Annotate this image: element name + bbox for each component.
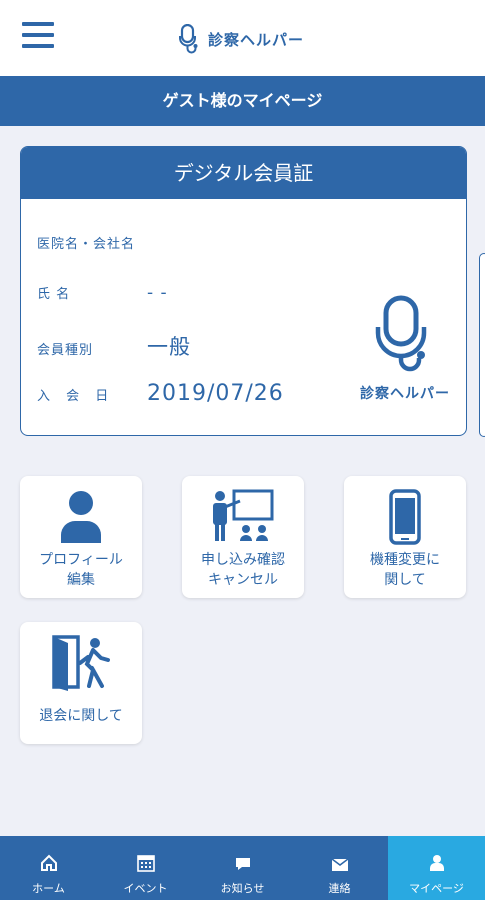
- field-value: 2019/07/26: [147, 381, 284, 406]
- tile-label: 申し込み確認 キャンセル: [201, 552, 285, 588]
- user-icon: [429, 855, 444, 871]
- tile-label: 退会に関して: [39, 708, 123, 724]
- nav-news[interactable]: お知らせ: [194, 836, 291, 900]
- application-confirm-tile[interactable]: 申し込み確認 キャンセル: [182, 476, 304, 598]
- field-clinic-name: 医院名・会社名: [37, 233, 147, 252]
- bottom-nav: ホーム イベント お知らせ 連絡 マイページ: [0, 836, 485, 900]
- nav-label: お知らせ: [220, 882, 265, 895]
- exit-icon: [52, 635, 110, 691]
- main-content: デジタル会員証 医院名・会社名 氏 名 - - 会員種別 一般 入 会 日 20…: [0, 126, 485, 836]
- field-value: 一般: [147, 335, 191, 359]
- next-card-peek[interactable]: [479, 253, 485, 437]
- card-logo: 診察ヘルパー: [357, 295, 453, 403]
- card-logo-text: 診察ヘルパー: [360, 386, 450, 402]
- field-label: 入 会 日: [37, 389, 115, 404]
- tile-label: 機種変更に 関して: [370, 552, 440, 588]
- member-card[interactable]: デジタル会員証 医院名・会社名 氏 名 - - 会員種別 一般 入 会 日 20…: [20, 146, 467, 436]
- app-name: 診察ヘルパー: [208, 30, 305, 49]
- page-title: ゲスト様のマイページ: [0, 76, 485, 126]
- field-label: 氏 名: [37, 287, 71, 302]
- nav-mypage[interactable]: マイページ: [388, 836, 485, 900]
- person-icon: [61, 491, 101, 543]
- presentation-icon: [213, 489, 274, 541]
- stethoscope-icon: [179, 24, 198, 54]
- profile-edit-tile[interactable]: プロフィール 編集: [20, 476, 142, 598]
- nav-label: マイページ: [409, 882, 464, 895]
- field-value: - -: [147, 283, 168, 303]
- stethoscope-icon: [375, 295, 427, 372]
- chat-icon: [235, 858, 250, 870]
- smartphone-icon: [389, 489, 421, 545]
- home-icon: [40, 854, 57, 871]
- menu-icon[interactable]: [22, 22, 54, 52]
- field-name: 氏 名 - -: [37, 283, 168, 303]
- nav-events[interactable]: イベント: [97, 836, 194, 900]
- mail-icon: [331, 858, 348, 871]
- app-brand: 診察ヘルパー: [178, 24, 304, 54]
- nav-label: 連絡: [328, 882, 351, 895]
- tile-label: プロフィール 編集: [39, 552, 123, 588]
- calendar-icon: [136, 855, 155, 872]
- nav-label: ホーム: [32, 882, 65, 895]
- top-bar: 診察ヘルパー: [0, 0, 485, 76]
- nav-home[interactable]: ホーム: [0, 836, 97, 900]
- field-join-date: 入 会 日 2019/07/26: [37, 381, 284, 406]
- device-change-tile[interactable]: 機種変更に 関して: [344, 476, 466, 598]
- member-card-title: デジタル会員証: [21, 147, 466, 199]
- withdrawal-tile[interactable]: 退会に関して: [20, 622, 142, 744]
- field-member-type: 会員種別 一般: [37, 331, 191, 361]
- nav-contact[interactable]: 連絡: [291, 836, 388, 900]
- field-label: 医院名・会社名: [37, 237, 136, 252]
- nav-label: イベント: [123, 882, 168, 895]
- field-label: 会員種別: [37, 343, 94, 358]
